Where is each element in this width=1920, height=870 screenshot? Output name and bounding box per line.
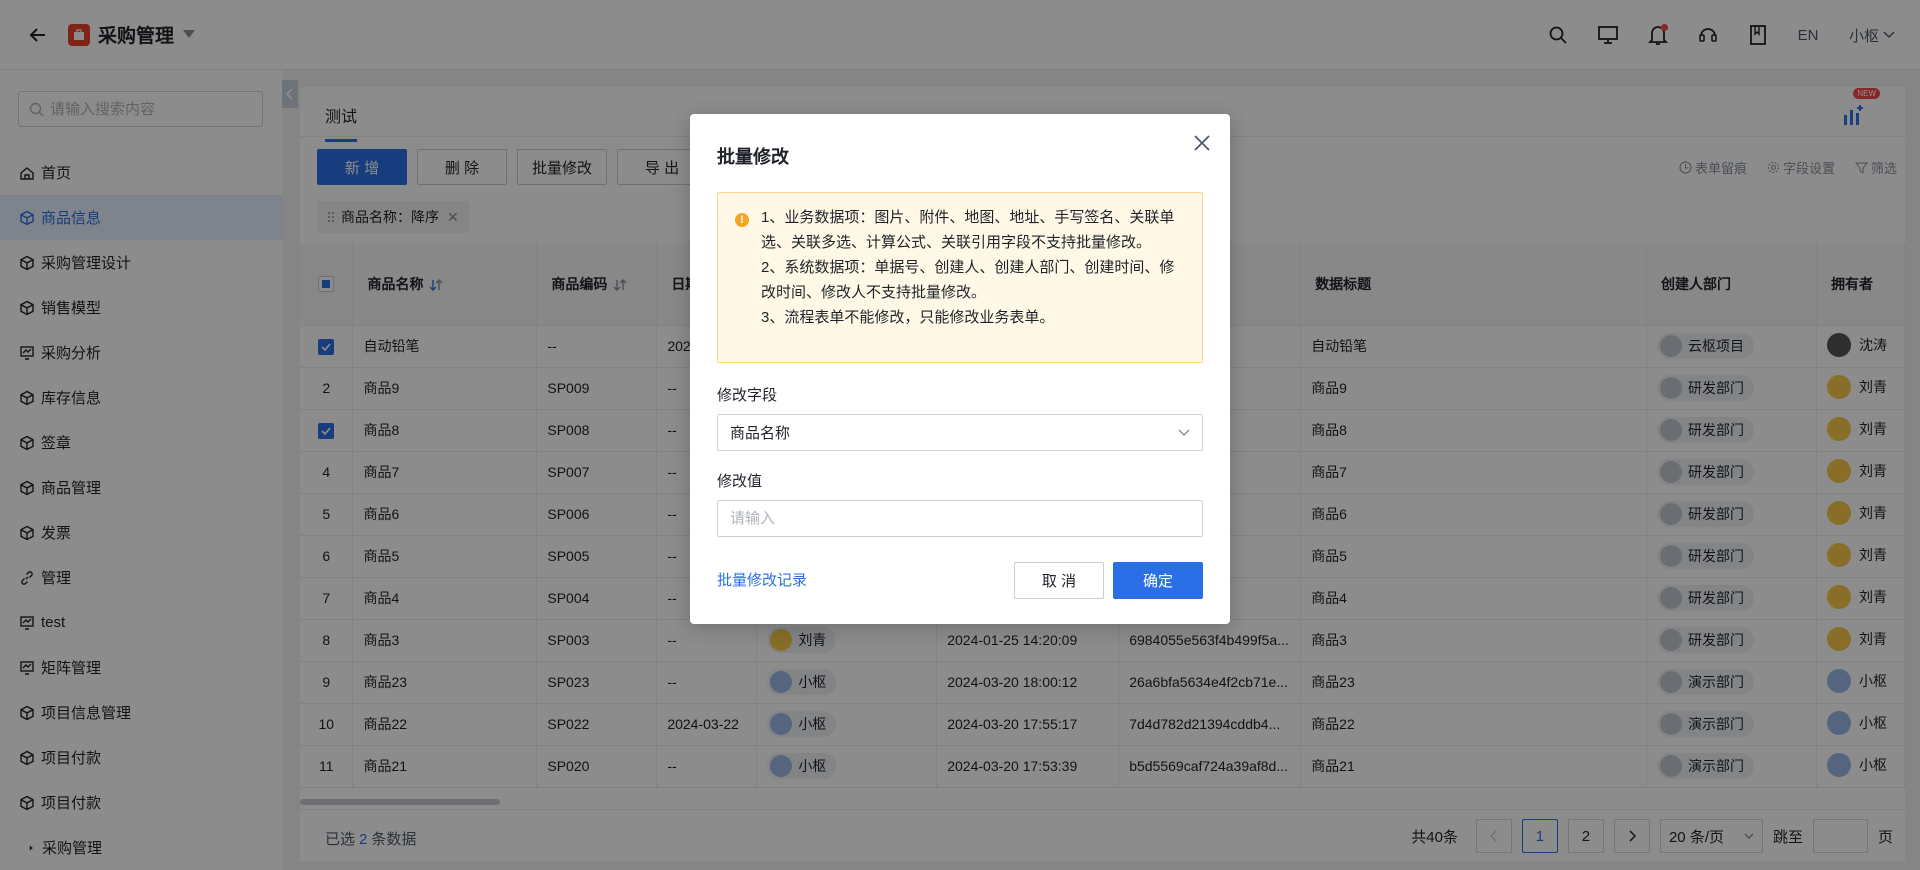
confirm-button[interactable]: 确定 [1113,562,1203,599]
value-label: 修改值 [717,473,763,490]
notice-line-2: 2、系统数据项：单据号、创建人、创建人部门、创建时间、修改时间、修改人不支持批量… [761,259,1175,301]
field-label: 修改字段 [717,387,778,404]
chevron-down-icon [1178,429,1190,436]
notice-line-1: 1、业务数据项：图片、附件、地图、地址、手写签名、关联单选、关联多选、计算公式、… [761,209,1175,251]
batch-history-link[interactable]: 批量修改记录 [717,569,807,590]
dialog-close-button[interactable] [1189,130,1215,156]
value-input[interactable] [717,500,1203,537]
notice-box: ! 1、业务数据项：图片、附件、地图、地址、手写签名、关联单选、关联多选、计算公… [717,192,1203,363]
warning-icon: ! [735,213,749,227]
notice-line-3: 3、流程表单不能修改，只能修改业务表单。 [761,309,1055,326]
dialog-title: 批量修改 [717,147,789,167]
field-select-value: 商品名称 [730,425,791,442]
field-select[interactable]: 商品名称 [717,414,1203,451]
close-icon [1194,135,1210,151]
batch-edit-dialog: 批量修改 ! 1、业务数据项：图片、附件、地图、地址、手写签名、关联单选、关联多… [690,114,1230,624]
cancel-button[interactable]: 取 消 [1014,562,1104,599]
